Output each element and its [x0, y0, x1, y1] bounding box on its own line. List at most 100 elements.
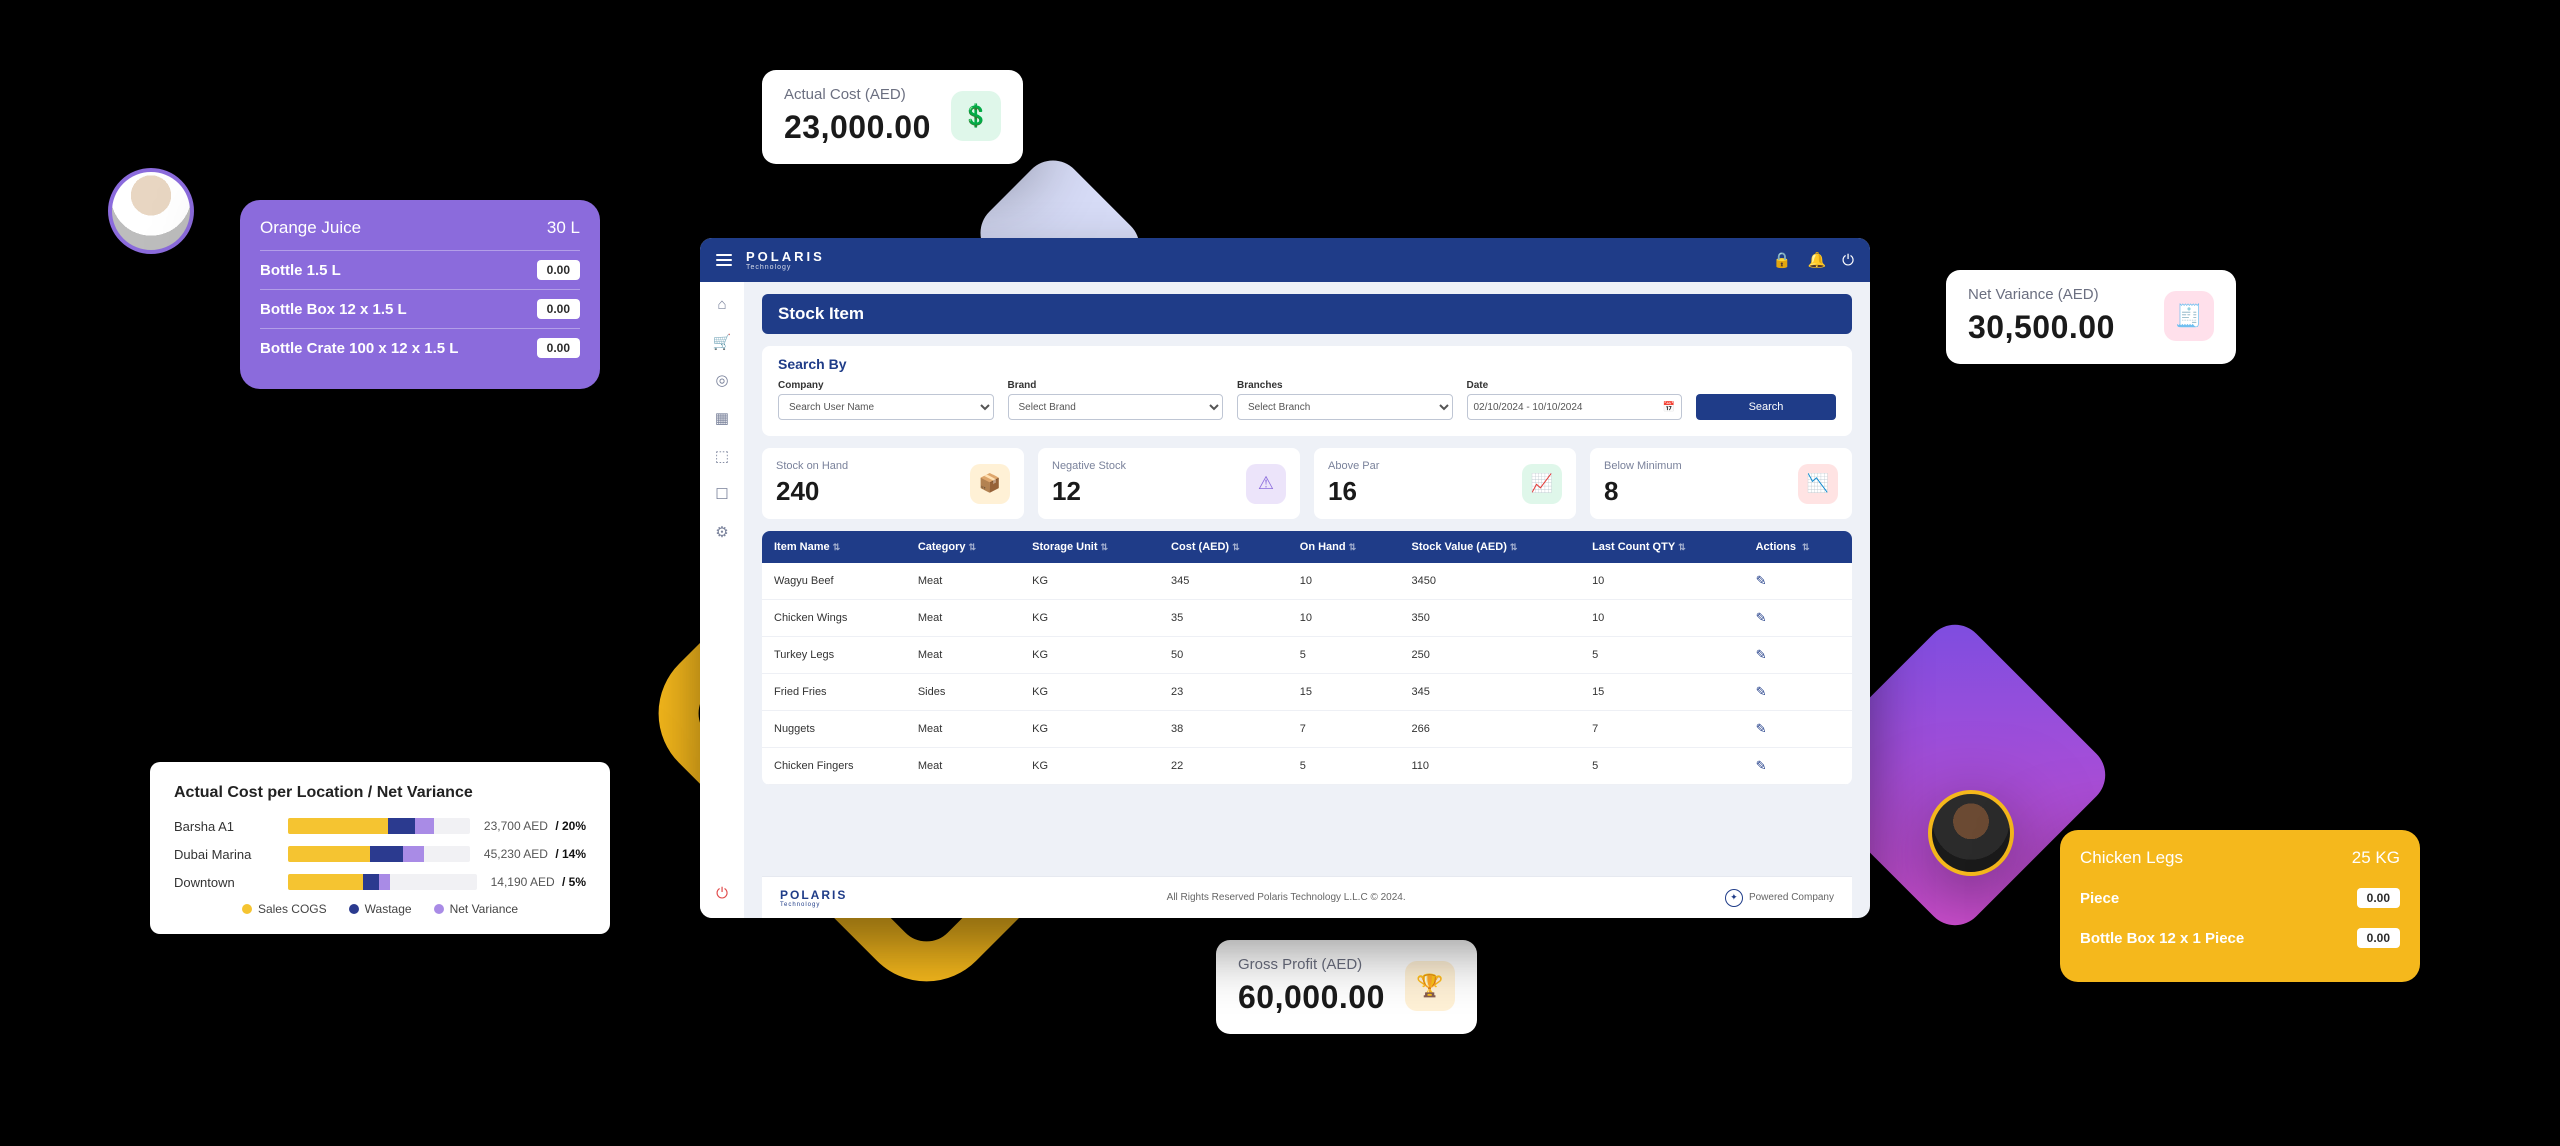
cell-unit: KG — [1020, 600, 1159, 637]
filter-brand-select[interactable]: Select Brand — [1008, 394, 1224, 420]
stat-value: 60,000.00 — [1238, 979, 1385, 1016]
cell-on-hand: 5 — [1288, 637, 1400, 674]
cell-category: Meat — [906, 563, 1020, 600]
brand-sub: Technology — [746, 264, 825, 271]
cell-last-count: 10 — [1580, 600, 1744, 637]
kpi-negative-stock: Negative Stock 12 ⚠ — [1038, 448, 1300, 519]
filter-company-select[interactable]: Search User Name — [778, 394, 994, 420]
brand-name: POLARIS — [746, 249, 825, 264]
trend-down-icon: 📉 — [1798, 464, 1838, 504]
row-edit-icon[interactable]: ✎ — [1744, 711, 1852, 748]
nav-cube-icon[interactable]: ⬚ — [715, 447, 729, 465]
cell-cost: 35 — [1159, 600, 1288, 637]
power-icon[interactable]: ⏻ — [1842, 252, 1854, 269]
row-edit-icon[interactable]: ✎ — [1744, 600, 1852, 637]
bar-value: 45,230 AED / 14% — [484, 847, 586, 861]
col-header[interactable]: Item Name⇅ — [762, 531, 906, 563]
col-header[interactable]: Actions ⇅ — [1744, 531, 1852, 563]
stat-label: Actual Cost (AED) — [784, 86, 931, 103]
bar-value: 23,700 AED / 20% — [484, 819, 586, 833]
cell-last-count: 5 — [1580, 748, 1744, 785]
bell-icon[interactable]: 🔔 — [1807, 251, 1826, 269]
cell-cost: 50 — [1159, 637, 1288, 674]
filter-branches-select[interactable]: Select Branch — [1237, 394, 1453, 420]
report-icon: 🧾 — [2164, 291, 2214, 341]
kpi-stock-on-hand: Stock on Hand 240 📦 — [762, 448, 1024, 519]
nav-logout-icon[interactable]: ⏻ — [716, 885, 728, 902]
nav-home-icon[interactable]: ⌂ — [717, 296, 726, 313]
nav-target-icon[interactable]: ◎ — [715, 371, 728, 389]
cell-item-name: Nuggets — [762, 711, 906, 748]
pack-value[interactable]: 0.00 — [2357, 888, 2400, 908]
pack-value[interactable]: 0.00 — [537, 338, 580, 358]
bar-track — [288, 818, 470, 834]
cell-item-name: Fried Fries — [762, 674, 906, 711]
cell-item-name: Turkey Legs — [762, 637, 906, 674]
app-footer: POLARIS Technology All Rights Reserved P… — [762, 876, 1852, 918]
kpi-label: Stock on Hand — [776, 460, 848, 472]
cell-last-count: 5 — [1580, 637, 1744, 674]
col-header[interactable]: Cost (AED)⇅ — [1159, 531, 1288, 563]
lock-icon[interactable]: 🔒 — [1773, 251, 1792, 269]
nav-box-icon[interactable]: ☐ — [715, 485, 728, 503]
pack-value[interactable]: 0.00 — [2357, 928, 2400, 948]
table-row: Fried FriesSidesKG231534515✎ — [762, 674, 1852, 711]
money-chart-icon: 💲 — [951, 91, 1001, 141]
kpi-value: 12 — [1052, 476, 1126, 507]
search-button[interactable]: Search — [1696, 394, 1836, 420]
bar-track — [288, 874, 477, 890]
cell-stock-value: 250 — [1400, 637, 1581, 674]
stat-value: 30,500.00 — [1968, 309, 2115, 346]
bar-location: Barsha A1 — [174, 819, 274, 834]
row-edit-icon[interactable]: ✎ — [1744, 563, 1852, 600]
footer-powered: ✦ Powered Company — [1725, 889, 1834, 907]
table-row: NuggetsMeatKG3872667✎ — [762, 711, 1852, 748]
nav-settings-icon[interactable]: ⚙ — [715, 523, 728, 541]
bar-value: 14,190 AED / 5% — [491, 875, 586, 889]
kpi-value: 240 — [776, 476, 848, 507]
col-header[interactable]: Last Count QTY⇅ — [1580, 531, 1744, 563]
pack-name: Bottle 1.5 L — [260, 262, 341, 279]
ingredient-title: Chicken Legs — [2080, 848, 2183, 868]
row-edit-icon[interactable]: ✎ — [1744, 748, 1852, 785]
cell-last-count: 7 — [1580, 711, 1744, 748]
boxes-icon: 📦 — [970, 464, 1010, 504]
row-edit-icon[interactable]: ✎ — [1744, 637, 1852, 674]
pack-name: Bottle Box 12 x 1 Piece — [2080, 930, 2244, 947]
cell-unit: KG — [1020, 563, 1159, 600]
bar-row: Downtown14,190 AED / 5% — [174, 874, 586, 890]
card-title: Actual Cost per Location / Net Variance — [174, 784, 586, 802]
col-header[interactable]: Storage Unit⇅ — [1020, 531, 1159, 563]
menu-toggle-icon[interactable] — [716, 254, 732, 266]
side-rail: ⌂ 🛒 ◎ ▦ ⬚ ☐ ⚙ ⏻ — [700, 282, 744, 918]
col-header[interactable]: On Hand⇅ — [1288, 531, 1400, 563]
pack-name: Bottle Crate 100 x 12 x 1.5 L — [260, 340, 458, 357]
search-panel: Search By Company Search User Name Brand… — [762, 346, 1852, 436]
warning-box-icon: ⚠ — [1246, 464, 1286, 504]
nav-grid-icon[interactable]: ▦ — [715, 409, 729, 427]
search-heading: Search By — [778, 356, 1836, 372]
pack-value[interactable]: 0.00 — [537, 260, 580, 280]
col-header[interactable]: Category⇅ — [906, 531, 1020, 563]
footer-logo: POLARIS Technology — [780, 888, 847, 908]
cell-stock-value: 345 — [1400, 674, 1581, 711]
cell-category: Meat — [906, 600, 1020, 637]
cell-stock-value: 350 — [1400, 600, 1581, 637]
filter-date-input[interactable]: 02/10/2024 - 10/10/2024 📅 — [1467, 394, 1683, 420]
nav-cart-icon[interactable]: 🛒 — [713, 333, 732, 351]
calendar-icon: 📅 — [1663, 402, 1675, 413]
filter-company-label: Company — [778, 380, 994, 391]
kpi-value: 8 — [1604, 476, 1682, 507]
stock-table: Item Name⇅Category⇅Storage Unit⇅Cost (AE… — [762, 531, 1852, 785]
cell-unit: KG — [1020, 637, 1159, 674]
cell-item-name: Wagyu Beef — [762, 563, 906, 600]
cell-last-count: 15 — [1580, 674, 1744, 711]
col-header[interactable]: Stock Value (AED)⇅ — [1400, 531, 1581, 563]
stat-card-actual-cost: Actual Cost (AED) 23,000.00 💲 — [762, 70, 1023, 164]
kpi-label: Negative Stock — [1052, 460, 1126, 472]
cell-stock-value: 110 — [1400, 748, 1581, 785]
pack-value[interactable]: 0.00 — [537, 299, 580, 319]
row-edit-icon[interactable]: ✎ — [1744, 674, 1852, 711]
bar-row: Barsha A1 23,700 AED / 20% — [174, 818, 586, 834]
cell-cost: 22 — [1159, 748, 1288, 785]
